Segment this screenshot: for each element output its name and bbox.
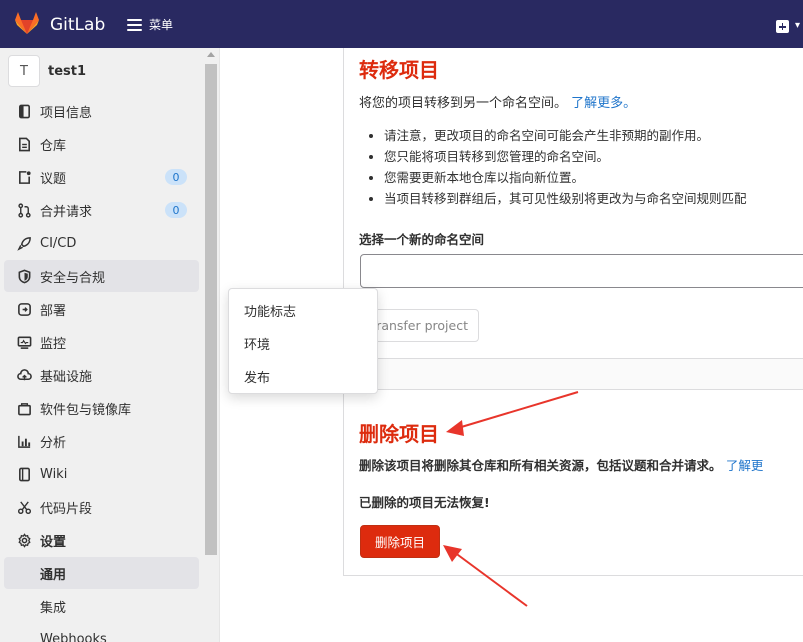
sidebar-item-settings[interactable]: 设置 (4, 524, 199, 556)
menu-label: 菜单 (149, 18, 174, 32)
chevron-down-icon[interactable]: ▾ (795, 20, 800, 31)
delete-description-text: 删除该项目将删除其仓库和所有相关资源，包括议题和合并请求。 (359, 458, 722, 473)
sidebar-item-label: 部署 (40, 303, 67, 319)
sidebar-subitem-label: Webhooks (40, 631, 107, 642)
scroll-up-arrow-icon[interactable] (207, 52, 215, 57)
transfer-project-title: 转移项目 (359, 58, 439, 82)
delete-warning: 已删除的项目无法恢复! (359, 495, 490, 510)
delete-project-button[interactable]: 删除项目 (360, 525, 440, 558)
sidebar-item-label: 合并请求 (40, 204, 93, 220)
sidebar-subitem-general[interactable]: 通用 (4, 557, 199, 589)
hamburger-icon (127, 18, 142, 31)
top-navbar: GitLab 菜单 ▾ (0, 0, 803, 48)
transfer-intro: 将您的项目转移到另一个命名空间。 了解更多。 (359, 92, 636, 111)
sidebar-item-issues[interactable]: 议题 0 (4, 161, 199, 193)
gitlab-brand[interactable]: GitLab (14, 11, 105, 39)
repository-icon (16, 136, 32, 152)
namespace-label: 选择一个新的命名空间 (359, 232, 485, 247)
sidebar-item-security[interactable]: 安全与合规 (4, 260, 199, 292)
package-icon (16, 400, 32, 416)
sidebar-item-repository[interactable]: 仓库 (4, 128, 199, 160)
shield-icon (16, 268, 32, 284)
merge-request-icon (16, 202, 32, 218)
project-header[interactable]: T test1 (8, 55, 86, 87)
sidebar-scrollbar-thumb[interactable] (205, 64, 217, 555)
delete-project-title: 删除项目 (359, 422, 439, 446)
sidebar-item-label: 设置 (40, 534, 67, 550)
sidebar-item-wiki[interactable]: Wiki (4, 458, 199, 490)
issues-count-badge: 0 (165, 169, 187, 185)
gitlab-settings-page: GitLab 菜单 ▾ T test1 项目信息 仓库 议题 0 合并请求 0 … (0, 0, 803, 642)
sidebar-item-label: Wiki (40, 466, 68, 482)
cloud-icon (16, 367, 32, 383)
sidebar-item-monitor[interactable]: 监控 (4, 326, 199, 358)
transfer-notes-list: 请注意，更改项目的命名空间可能会产生非预期的副作用。 您只能将项目转移到您管理的… (384, 127, 747, 211)
sidebar-item-label: 议题 (40, 171, 67, 187)
sidebar-item-label: CI/CD (40, 235, 77, 251)
chart-icon (16, 433, 32, 449)
deploy-icon (16, 301, 32, 317)
sidebar-item-label: 安全与合规 (40, 270, 106, 286)
list-item: 当项目转移到群组后，其可见性级别将更改为与命名空间规则匹配 (384, 190, 747, 208)
project-name: test1 (48, 63, 87, 79)
sidebar-item-label: 基础设施 (40, 369, 93, 385)
book-icon (16, 466, 32, 482)
brand-name: GitLab (50, 15, 106, 35)
sidebar-item-infrastructure[interactable]: 基础设施 (4, 359, 199, 391)
sidebar-subitem-integrations[interactable]: 集成 (4, 590, 199, 622)
merge-requests-count-badge: 0 (165, 202, 187, 218)
sidebar-item-label: 仓库 (40, 138, 67, 154)
sidebar-item-deploy[interactable]: 部署 (4, 293, 199, 325)
namespace-select-input[interactable] (360, 254, 803, 288)
rocket-icon (16, 235, 32, 251)
list-item: 请注意，更改项目的命名空间可能会产生非预期的副作用。 (384, 127, 747, 145)
scissors-icon (16, 499, 32, 515)
project-avatar: T (8, 55, 40, 87)
sidebar-subitem-label: 通用 (40, 567, 67, 583)
transfer-learn-more-link[interactable]: 了解更多。 (571, 96, 636, 111)
sidebar-item-packages[interactable]: 软件包与镜像库 (4, 392, 199, 424)
sidebar-item-cicd[interactable]: CI/CD (4, 227, 199, 259)
issues-icon (16, 169, 32, 185)
sidebar-item-analytics[interactable]: 分析 (4, 425, 199, 457)
sidebar-item-label: 软件包与镜像库 (40, 402, 132, 418)
sidebar-item-merge-requests[interactable]: 合并请求 0 (4, 194, 199, 226)
list-item: 您需要更新本地仓库以指向新位置。 (384, 169, 747, 187)
sidebar-item-label: 项目信息 (40, 105, 93, 121)
list-item: 您只能将项目转移到您管理的命名空间。 (384, 148, 747, 166)
flyout-item-releases[interactable]: 发布 (244, 367, 270, 386)
delete-description: 删除该项目将删除其仓库和所有相关资源，包括议题和合并请求。 了解更 (359, 455, 763, 474)
section-separator (344, 358, 803, 390)
sidebar-item-snippets[interactable]: 代码片段 (4, 491, 199, 523)
sidebar-item-label: 分析 (40, 435, 67, 451)
transfer-intro-text: 将您的项目转移到另一个命名空间。 (359, 96, 568, 111)
gitlab-logo-icon (14, 11, 40, 39)
new-plus-icon[interactable] (776, 20, 789, 33)
flyout-item-environments[interactable]: 环境 (244, 334, 270, 353)
deploy-flyout-menu: 功能标志 环境 发布 (228, 288, 378, 394)
project-info-icon (16, 103, 32, 119)
flyout-item-feature-flags[interactable]: 功能标志 (244, 301, 296, 320)
gear-icon (16, 532, 32, 548)
sidebar-item-project-info[interactable]: 项目信息 (4, 95, 199, 127)
sidebar-subitem-label: 集成 (40, 600, 67, 616)
delete-learn-more-link[interactable]: 了解更 (726, 458, 764, 473)
menu-button[interactable]: 菜单 (127, 16, 173, 33)
sidebar-item-label: 代码片段 (40, 501, 93, 517)
left-sidebar: T test1 项目信息 仓库 议题 0 合并请求 0 CI/CD 安全与合规 (0, 48, 220, 642)
monitor-icon (16, 334, 32, 350)
sidebar-item-label: 监控 (40, 336, 67, 352)
sidebar-subitem-webhooks[interactable]: Webhooks (4, 623, 199, 642)
